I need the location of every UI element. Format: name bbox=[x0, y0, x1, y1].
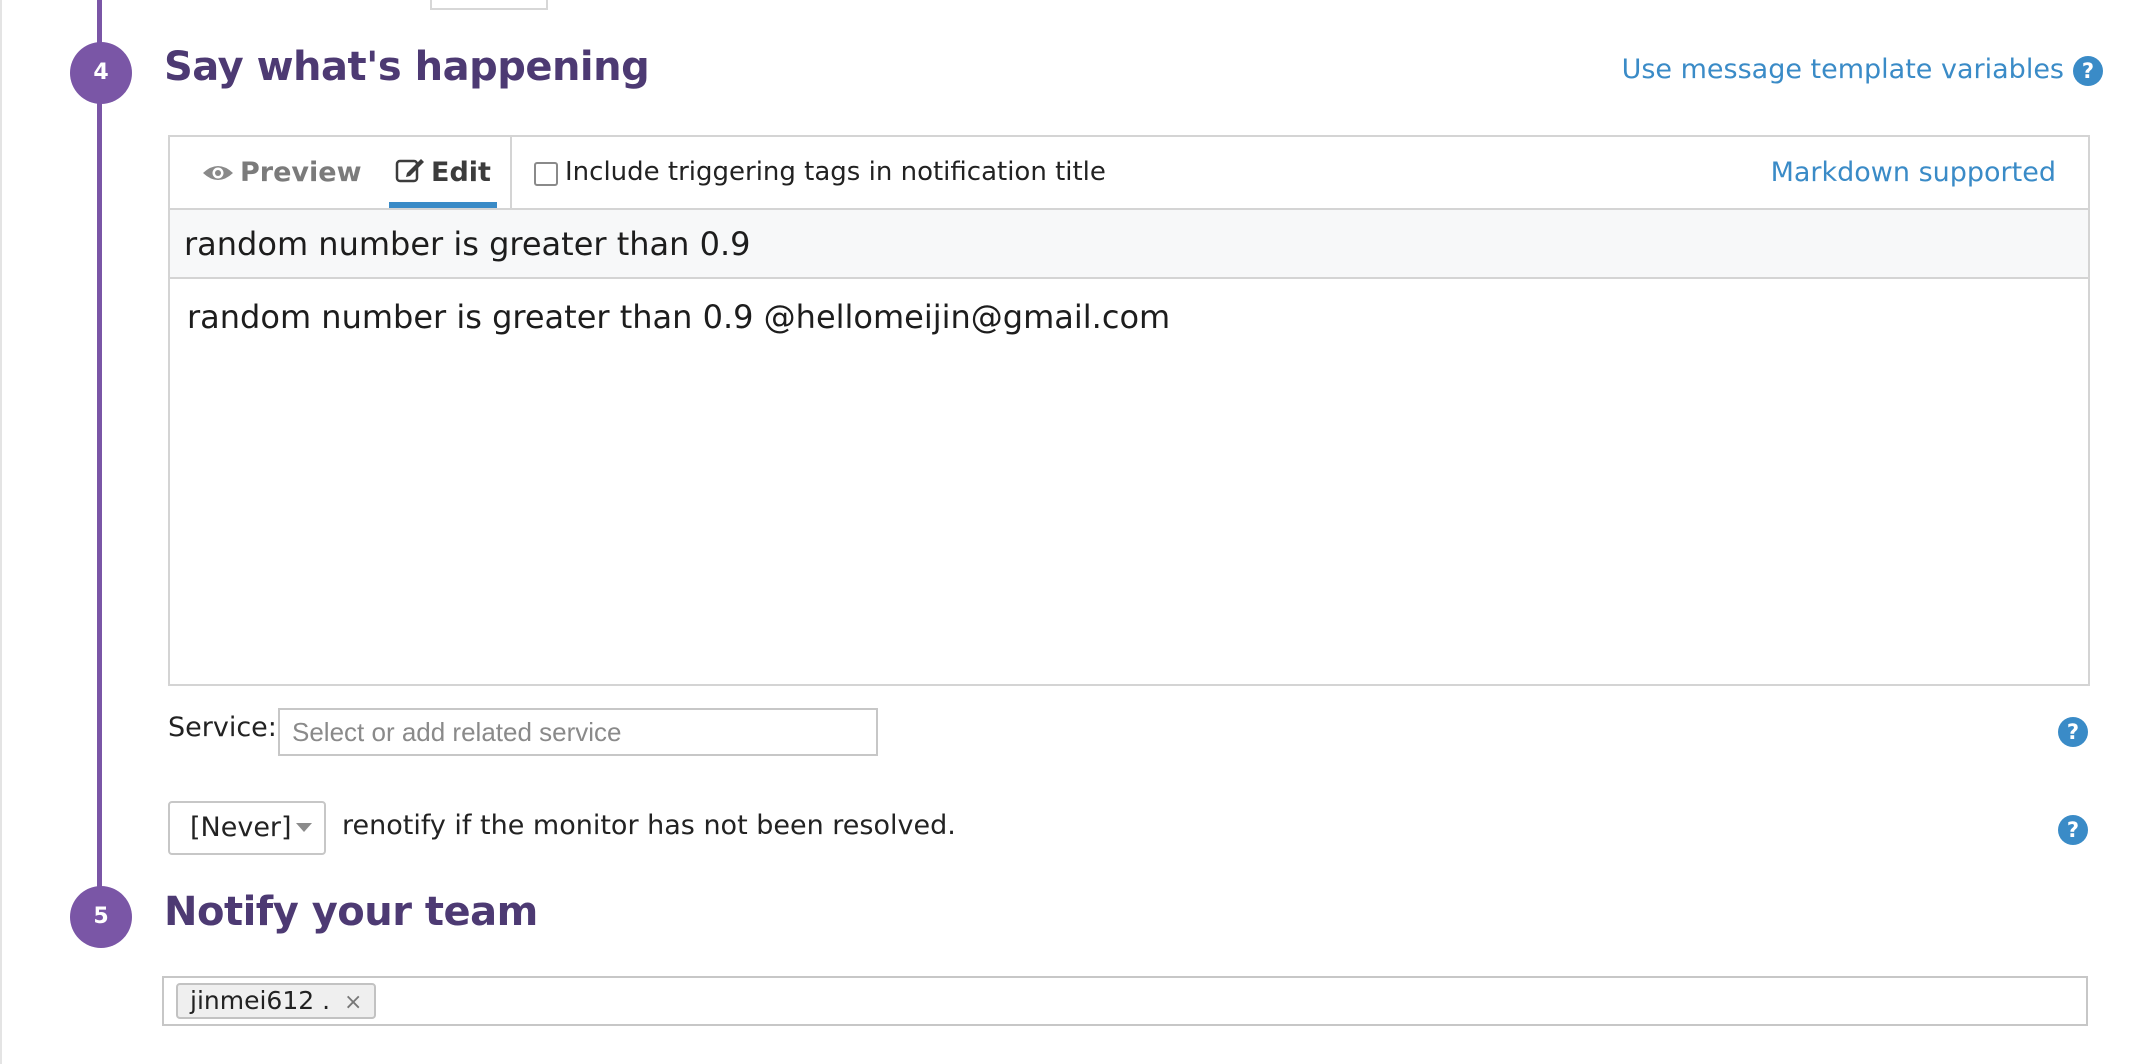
monitor-config-page: 4 Say what's happening Use message templ… bbox=[0, 0, 2134, 1064]
message-template-variables-link[interactable]: Use message template variables bbox=[1622, 54, 2064, 85]
include-tags-label[interactable]: Include triggering tags in notification … bbox=[565, 137, 1106, 208]
notification-title-input[interactable]: random number is greater than 0.9 bbox=[170, 210, 2088, 279]
step-title-notify-your-team: Notify your team bbox=[164, 889, 538, 935]
markdown-supported-link[interactable]: Markdown supported bbox=[1771, 137, 2056, 208]
notification-message-textarea[interactable]: random number is greater than 0.9 @hello… bbox=[170, 281, 2088, 684]
service-help-icon[interactable]: ? bbox=[2058, 717, 2088, 747]
help-icon[interactable]: ? bbox=[2073, 56, 2103, 86]
renotify-description: renotify if the monitor has not been res… bbox=[342, 810, 956, 841]
step-number-badge: 4 bbox=[70, 42, 132, 104]
message-editor: Preview Edit Include triggering tags in … bbox=[168, 135, 2090, 686]
recipient-tag: jinmei612 . × bbox=[176, 983, 377, 1019]
previous-step-input[interactable] bbox=[430, 0, 548, 10]
renotify-interval-select[interactable]: [Never] bbox=[168, 801, 326, 855]
left-border bbox=[0, 0, 2, 1064]
recipients-input[interactable]: jinmei612 . × bbox=[162, 976, 2088, 1026]
service-input[interactable]: Select or add related service bbox=[278, 708, 878, 756]
renotify-selected-value: [Never] bbox=[190, 812, 292, 843]
step-number-badge: 5 bbox=[70, 886, 132, 948]
service-label: Service: bbox=[168, 712, 277, 743]
recipient-tag-label: jinmei612 . bbox=[190, 986, 331, 1015]
step-title-say-whats-happening: Say what's happening bbox=[164, 44, 650, 90]
toolbar-divider bbox=[510, 137, 512, 208]
eye-icon bbox=[202, 137, 234, 208]
chevron-down-icon bbox=[296, 823, 312, 832]
close-icon[interactable]: × bbox=[344, 987, 362, 1019]
edit-icon bbox=[395, 137, 425, 208]
tab-preview[interactable]: Preview bbox=[202, 137, 362, 208]
steps-timeline bbox=[97, 0, 102, 916]
active-tab-indicator bbox=[389, 202, 497, 208]
include-tags-checkbox[interactable] bbox=[534, 162, 558, 186]
tab-preview-label: Preview bbox=[240, 157, 362, 188]
tab-edit[interactable]: Edit bbox=[389, 137, 497, 208]
editor-toolbar: Preview Edit Include triggering tags in … bbox=[170, 137, 2088, 210]
tab-edit-label: Edit bbox=[431, 157, 491, 188]
renotify-help-icon[interactable]: ? bbox=[2058, 815, 2088, 845]
